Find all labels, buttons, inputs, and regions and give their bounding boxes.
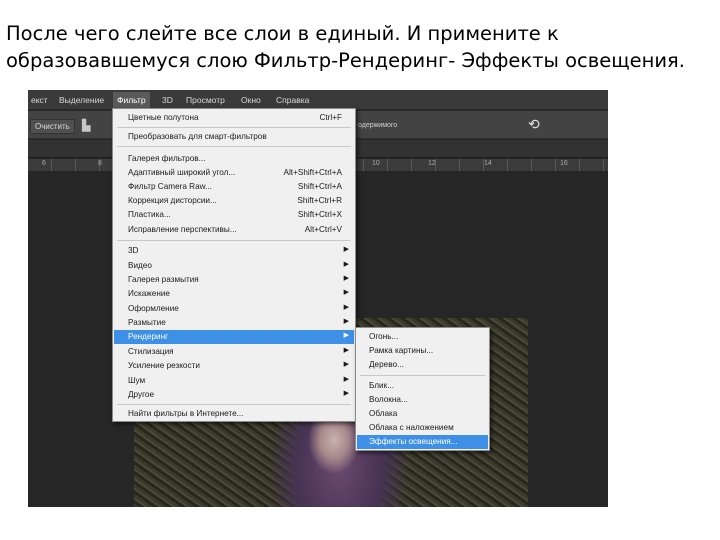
sample-all-layers-label: одержимого — [358, 122, 398, 129]
ruler-label: 12 — [428, 160, 436, 167]
submenu-arrow-icon: ▶ — [343, 246, 349, 253]
submenu-item-tree[interactable]: Дерево... — [357, 358, 488, 372]
menu-item-distort[interactable]: Искажение ▶ — [114, 287, 354, 301]
submenu-arrow-icon: ▶ — [343, 289, 349, 296]
submenu-arrow-icon: ▶ — [343, 361, 349, 368]
filter-menu-dropdown: Цветные полутона Ctrl+F Преобразовать дл… — [112, 108, 356, 422]
render-submenu: Огонь... Рамка картины... Дерево... Блик… — [355, 327, 490, 451]
clear-button[interactable]: Очистить — [30, 119, 75, 134]
undo-icon[interactable]: ⟲ — [528, 116, 540, 133]
submenu-arrow-icon: ▶ — [343, 275, 349, 282]
submenu-item-lighting-effects[interactable]: Эффекты освещения... — [357, 435, 488, 449]
ruler-label: 6 — [42, 160, 46, 167]
menu-item-pixelate[interactable]: Оформление ▶ — [114, 302, 354, 316]
menu-item-noise[interactable]: Шум ▶ — [114, 374, 354, 388]
submenu-arrow-icon: ▶ — [343, 318, 349, 325]
menu-item-camera-raw[interactable]: Фильтр Camera Raw... Shift+Ctrl+A — [114, 180, 354, 194]
brush-icon[interactable]: ▙ — [82, 119, 90, 132]
menu-item-liquify[interactable]: Пластика... Shift+Ctrl+X — [114, 208, 354, 222]
menu-item-video[interactable]: Видео ▶ — [114, 259, 354, 273]
submenu-item-difference-clouds[interactable]: Облака с наложением — [357, 421, 488, 435]
menu-window[interactable]: Окно — [241, 95, 261, 105]
submenu-item-lens-flare[interactable]: Блик... — [357, 379, 488, 393]
menu-select[interactable]: Выделение — [59, 95, 104, 105]
ruler-label: 14 — [484, 160, 492, 167]
slide-caption: После чего слейте все слои в единый. И п… — [6, 22, 685, 72]
submenu-item-flame[interactable]: Огонь... — [357, 330, 488, 344]
menu-item-blur-gallery[interactable]: Галерея размытия ▶ — [114, 273, 354, 287]
menu-3d[interactable]: 3D — [162, 95, 173, 105]
menu-item-halftone[interactable]: Цветные полутона Ctrl+F — [114, 111, 354, 125]
menu-item-vanishing-point[interactable]: Исправление перспективы... Alt+Ctrl+V — [114, 223, 354, 237]
menu-item-render[interactable]: Рендеринг ▶ — [114, 330, 354, 344]
menu-help[interactable]: Справка — [276, 95, 309, 105]
menu-divider — [117, 146, 351, 147]
menu-text[interactable]: екст — [31, 95, 48, 105]
menu-view[interactable]: Просмотр — [186, 95, 225, 105]
menu-item-filter-gallery[interactable]: Галерея фильтров... — [114, 152, 354, 166]
ruler-label: 10 — [372, 160, 380, 167]
submenu-arrow-icon: ▶ — [343, 376, 349, 383]
menu-item-stylize[interactable]: Стилизация ▶ — [114, 345, 354, 359]
menu-item-lens-correction[interactable]: Коррекция дисторсии... Shift+Ctrl+R — [114, 194, 354, 208]
ruler-label: 8 — [98, 160, 102, 167]
menu-item-browse-filters-online[interactable]: Найти фильтры в Интернете... — [114, 407, 354, 421]
menu-divider — [117, 404, 351, 405]
menu-item-other[interactable]: Другое ▶ — [114, 388, 354, 402]
menu-item-convert-smart[interactable]: Преобразовать для смарт-фильтров — [114, 130, 354, 144]
menu-item-adaptive-wide-angle[interactable]: Адаптивный широкий угол... Alt+Shift+Ctr… — [114, 166, 354, 180]
submenu-arrow-icon: ▶ — [343, 390, 349, 397]
menu-divider — [117, 240, 351, 241]
menu-bar: екст Выделение Фильтр 3D Просмотр Окно С… — [28, 90, 608, 110]
ruler-label: 16 — [560, 160, 568, 167]
submenu-arrow-icon: ▶ — [343, 347, 349, 354]
submenu-item-fibers[interactable]: Волокна... — [357, 393, 488, 407]
menu-item-3d[interactable]: 3D ▶ — [114, 244, 354, 258]
menu-divider — [117, 127, 351, 128]
submenu-arrow-icon: ▶ — [343, 332, 349, 339]
submenu-item-picture-frame[interactable]: Рамка картины... — [357, 344, 488, 358]
submenu-item-clouds[interactable]: Облака — [357, 407, 488, 421]
submenu-arrow-icon: ▶ — [343, 261, 349, 268]
menu-item-sharpen[interactable]: Усиление резкости ▶ — [114, 359, 354, 373]
menu-divider — [360, 375, 485, 376]
menu-item-blur[interactable]: Размытие ▶ — [114, 316, 354, 330]
submenu-arrow-icon: ▶ — [343, 304, 349, 311]
menu-filter[interactable]: Фильтр — [113, 92, 150, 109]
